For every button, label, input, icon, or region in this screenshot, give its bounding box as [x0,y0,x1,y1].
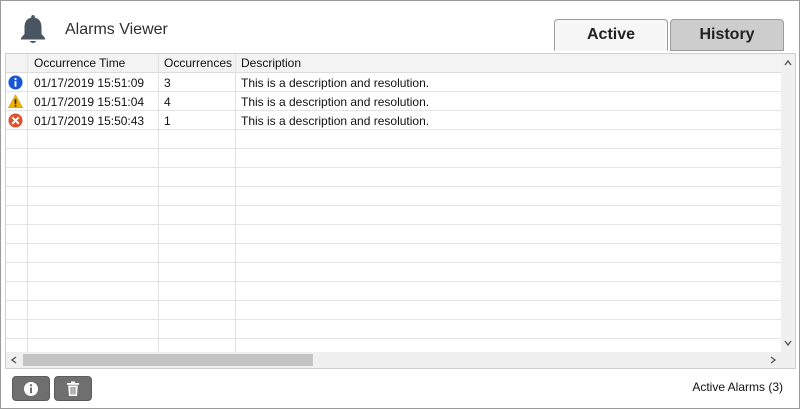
vertical-scrollbar[interactable] [781,54,795,352]
grid-header: Occurrence Time Occurrences Description [6,54,781,73]
occurrences-cell: 1 [164,114,171,128]
scroll-corner [781,352,795,368]
empty-row [6,187,781,206]
bell-icon [21,15,45,43]
occurrence-time-cell: 01/17/2019 15:51:09 [34,76,145,90]
scroll-up-icon[interactable] [783,58,793,68]
empty-row [6,225,781,244]
empty-row [6,301,781,320]
empty-row [6,282,781,301]
trash-icon [67,381,79,396]
description-cell: This is a description and resolution. [241,114,430,128]
empty-row [6,244,781,263]
page-title: Alarms Viewer [65,21,168,38]
delete-button[interactable] [54,376,92,401]
occurrences-cell: 4 [164,95,171,109]
description-cell: This is a description and resolution. [241,76,430,90]
warning-icon [8,94,23,108]
column-header-description[interactable]: Description [241,56,301,70]
info-button[interactable] [12,376,50,401]
scroll-down-icon[interactable] [783,338,793,348]
empty-row [6,168,781,187]
empty-row [6,320,781,339]
table-row[interactable]: 01/17/2019 15:51:09 3 This is a descript… [6,73,781,92]
info-icon [24,381,38,396]
occurrences-cell: 3 [164,76,171,90]
empty-row [6,149,781,168]
tab-history[interactable]: History [670,19,784,51]
occurrence-time-cell: 01/17/2019 15:51:04 [34,95,145,109]
alarms-viewer-window: Alarms Viewer Active History Occurrence … [0,0,800,409]
empty-row [6,130,781,149]
column-header-occurrences[interactable]: Occurrences [164,56,232,70]
column-header-occurrence-time[interactable]: Occurrence Time [34,56,125,70]
header: Alarms Viewer Active History [1,1,799,53]
scrollbar-thumb[interactable] [23,354,313,366]
info-icon [8,75,23,90]
horizontal-scrollbar[interactable] [6,352,781,368]
active-alarms-count: Active Alarms (3) [692,380,783,394]
scroll-right-icon[interactable] [768,355,778,365]
description-cell: This is a description and resolution. [241,95,430,109]
scroll-left-icon[interactable] [9,355,19,365]
alarms-grid: Occurrence Time Occurrences Description … [5,53,796,369]
occurrence-time-cell: 01/17/2019 15:50:43 [34,114,145,128]
empty-row [6,206,781,225]
empty-row [6,263,781,282]
tab-active[interactable]: Active [554,19,668,51]
error-icon [8,113,23,128]
table-row[interactable]: 01/17/2019 15:50:43 1 This is a descript… [6,111,781,130]
table-row[interactable]: 01/17/2019 15:51:04 4 This is a descript… [6,92,781,111]
